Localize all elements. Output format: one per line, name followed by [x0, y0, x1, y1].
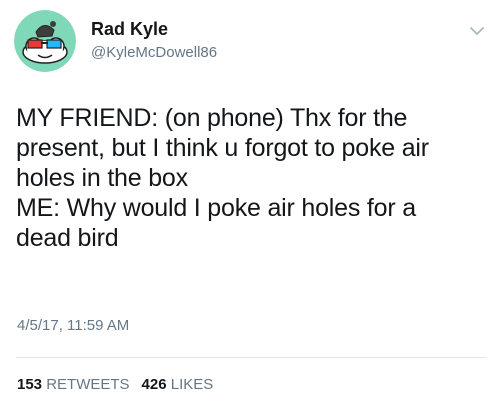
tweet-timestamp[interactable]: 4/5/17, 11:59 AM — [17, 317, 129, 334]
retweets-count: 153 — [17, 376, 43, 393]
divider — [16, 357, 486, 358]
author-name[interactable]: Rad Kyle — [91, 19, 168, 40]
tweet-text: MY FRIEND: (on phone) Thx for the presen… — [16, 104, 429, 252]
likes-link[interactable]: 426 LIKES — [142, 376, 214, 393]
avatar[interactable] — [14, 10, 76, 72]
avatar-image — [14, 10, 76, 72]
retweets-link[interactable]: 153 RETWEETS — [17, 376, 130, 393]
tweet-stats: 153 RETWEETS 426 LIKES — [17, 376, 213, 393]
likes-label: LIKES — [170, 376, 214, 393]
author-handle[interactable]: @KyleMcDowell86 — [91, 44, 217, 61]
retweets-label: RETWEETS — [46, 376, 130, 393]
likes-count: 426 — [141, 376, 167, 393]
chevron-down-icon[interactable] — [470, 26, 484, 36]
